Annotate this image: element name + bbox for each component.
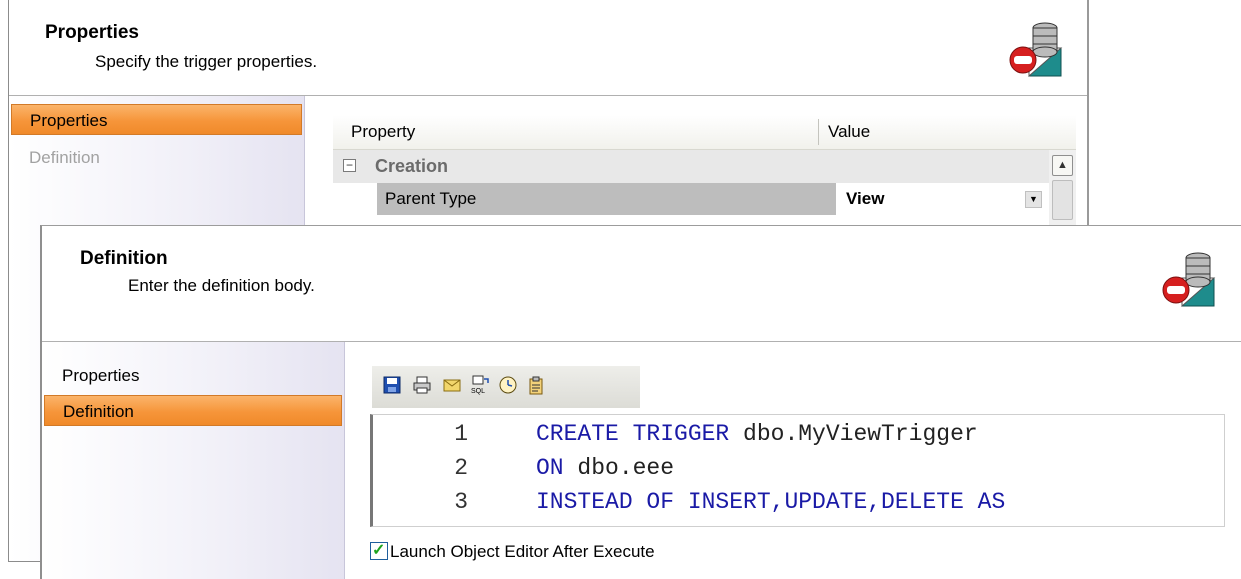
sql-icon[interactable]: SQL	[470, 375, 490, 395]
line-number: 1	[454, 421, 468, 447]
definition-nav-pane: Properties Definition	[42, 342, 345, 579]
page-title: Definition	[80, 248, 168, 269]
nav-item-properties[interactable]: Properties	[44, 360, 342, 391]
code-editor[interactable]: 1 2 3 CREATE TRIGGER dbo.MyViewTrigger O…	[370, 414, 1225, 527]
database-trigger-icon	[1162, 252, 1216, 308]
scroll-up-icon[interactable]: ▲	[1052, 155, 1073, 176]
scroll-thumb[interactable]	[1052, 180, 1073, 220]
category-row-creation[interactable]: − Creation	[333, 150, 1049, 183]
schedule-icon[interactable]	[498, 375, 518, 395]
sql-identifier: dbo.eee	[563, 455, 675, 481]
sql-identifier: dbo.MyViewTrigger	[729, 421, 978, 447]
launch-editor-label[interactable]: Launch Object Editor After Execute	[390, 542, 655, 562]
line-number-gutter: 1 2 3	[373, 415, 523, 526]
vertical-scrollbar[interactable]: ▲	[1049, 150, 1076, 235]
nav-item-definition[interactable]: Definition	[44, 395, 342, 426]
database-trigger-icon	[1009, 22, 1063, 78]
definition-header: Definition Enter the definition body.	[42, 226, 1241, 342]
definition-dialog: Definition Enter the definition body. Pr…	[40, 225, 1241, 579]
page-subtitle: Specify the trigger properties.	[95, 52, 318, 71]
line-number: 3	[454, 489, 468, 515]
dropdown-arrow-icon[interactable]: ▼	[1025, 191, 1042, 208]
print-icon[interactable]	[412, 375, 432, 395]
page-title: Properties	[45, 22, 139, 43]
line-number: 2	[454, 455, 468, 481]
sql-keyword: ON	[536, 455, 564, 481]
launch-editor-checkbox[interactable]: ✓	[370, 542, 388, 560]
property-grid: Property Value − Creation Parent Type Vi…	[333, 115, 1076, 235]
checkmark-icon: ✓	[372, 542, 386, 559]
code-line[interactable]: INSTEAD OF INSERT,UPDATE,DELETE AS	[536, 489, 1005, 515]
paste-icon[interactable]	[526, 375, 546, 395]
code-line[interactable]: CREATE TRIGGER dbo.MyViewTrigger	[536, 421, 978, 447]
column-header-value[interactable]: Value	[828, 122, 870, 142]
code-line[interactable]: ON dbo.eee	[536, 455, 674, 481]
sql-keyword: INSTEAD OF INSERT,UPDATE,DELETE AS	[536, 489, 1006, 515]
properties-header: Properties Specify the trigger propertie…	[9, 0, 1087, 96]
save-icon[interactable]	[382, 375, 402, 395]
table-row[interactable]: Parent Type View ▼	[333, 183, 1049, 215]
column-header-property[interactable]: Property	[351, 122, 415, 142]
column-divider	[818, 119, 819, 145]
property-value[interactable]: View	[836, 183, 1049, 215]
nav-item-properties[interactable]: Properties	[11, 104, 302, 135]
grid-header: Property Value	[333, 115, 1076, 150]
property-name: Parent Type	[377, 183, 836, 215]
page-subtitle: Enter the definition body.	[128, 276, 315, 295]
svg-text:SQL: SQL	[471, 388, 485, 395]
category-label: Creation	[375, 156, 449, 176]
nav-item-definition[interactable]: Definition	[11, 142, 302, 173]
collapse-icon[interactable]: −	[343, 159, 356, 172]
editor-toolbar: SQL	[372, 366, 640, 408]
email-icon[interactable]	[442, 375, 462, 395]
sql-keyword: CREATE TRIGGER	[536, 421, 730, 447]
